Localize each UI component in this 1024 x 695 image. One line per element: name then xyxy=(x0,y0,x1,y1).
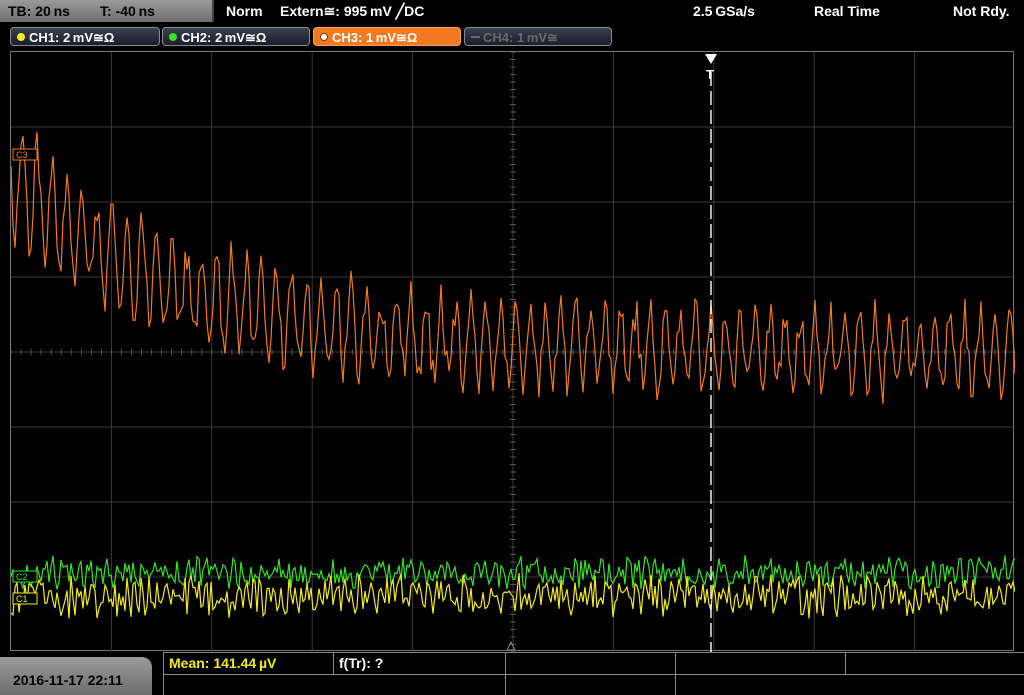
ch2-label: CH2: 2 mV≅Ω xyxy=(181,30,267,45)
acquisition-status: Not Rdy. xyxy=(953,3,1010,19)
ch4-button[interactable]: CH4: 1 mV≅ xyxy=(464,27,612,46)
measurement-slot-6[interactable] xyxy=(164,674,506,695)
ch2-indicator-icon xyxy=(169,33,177,41)
ch2-offset-marker[interactable]: C2 xyxy=(12,570,38,583)
ch1-marker-label: C1 xyxy=(16,594,28,604)
ch4-indicator-icon xyxy=(471,36,480,38)
ch2-marker-label: C2 xyxy=(16,572,28,582)
waveform-display[interactable]: T C3 C2 C1 xyxy=(10,51,1015,652)
ch1-indicator-icon xyxy=(17,33,25,41)
measurement-slot-7[interactable] xyxy=(506,674,676,695)
measurement-slot-8[interactable] xyxy=(676,674,1024,695)
trigger-time-label: T: -40 ns xyxy=(100,3,155,19)
ch4-label: CH4: 1 mV≅ xyxy=(483,30,558,45)
ch3-button[interactable]: CH3: 1 mV≅Ω xyxy=(313,27,461,46)
ch3-label: CH3: 1 mV≅Ω xyxy=(332,30,418,45)
ch1-label: CH1: 2 mV≅Ω xyxy=(29,30,115,45)
mean-measurement[interactable]: Mean: 141.44 µV xyxy=(164,653,334,674)
datetime-label: 2016-11-17 22:11 xyxy=(13,672,123,688)
datetime-box: 2016-11-17 22:11 xyxy=(0,657,152,695)
ch1-button[interactable]: CH1: 2 mV≅Ω xyxy=(10,27,160,46)
ch3-offset-marker[interactable]: C3 xyxy=(12,148,38,161)
sample-rate: 2.5 GSa/s xyxy=(693,3,755,19)
timebase-label: TB: 20 ns xyxy=(8,3,70,19)
trigger-marker-label: T xyxy=(706,67,714,82)
ch3-indicator-icon xyxy=(320,33,328,41)
ch1-offset-marker[interactable]: C1 xyxy=(12,592,38,605)
trigger-source[interactable]: Extern≅: 995 mV ╱DC xyxy=(280,3,424,20)
measurement-slot-4[interactable] xyxy=(676,653,846,674)
trigger-arrow-icon[interactable] xyxy=(705,54,717,64)
frequency-measurement[interactable]: f(Tr): ? xyxy=(334,653,506,674)
acquisition-mode[interactable]: Real Time xyxy=(814,3,880,19)
measurement-panel[interactable]: Mean: 141.44 µV f(Tr): ? xyxy=(163,652,1024,695)
center-marker-icon xyxy=(506,640,516,651)
measurement-slot-3[interactable] xyxy=(506,653,676,674)
channel-bar: CH1: 2 mV≅Ω CH2: 2 mV≅Ω CH3: 1 mV≅Ω CH4:… xyxy=(0,24,1024,50)
ch3-marker-label: C3 xyxy=(16,150,28,160)
timebase-box[interactable]: TB: 20 ns T: -40 ns xyxy=(0,0,214,22)
measurement-slot-5[interactable] xyxy=(846,653,1024,674)
waveform-plot: T C3 C2 C1 xyxy=(11,52,1015,652)
trigger-mode[interactable]: Norm xyxy=(226,3,263,19)
ch2-button[interactable]: CH2: 2 mV≅Ω xyxy=(162,27,310,46)
status-bar: TB: 20 ns T: -40 ns Norm Extern≅: 995 mV… xyxy=(0,0,1024,24)
